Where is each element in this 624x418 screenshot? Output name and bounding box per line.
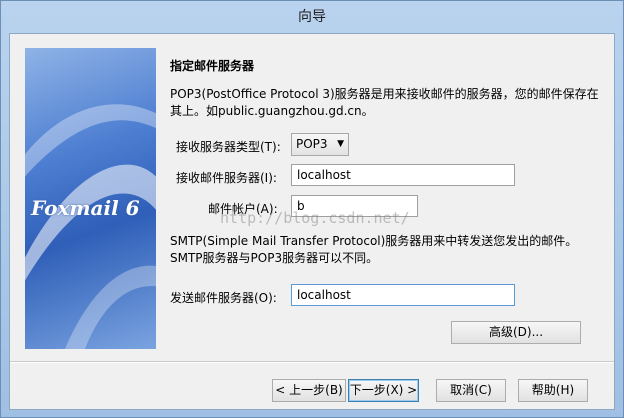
smtp-note-line2: SMTP服务器与POP3服务器可以不同。: [170, 251, 379, 265]
page-heading: 指定邮件服务器: [170, 59, 255, 73]
smtp-description: SMTP(Simple Mail Transfer Protocol)服务器用来…: [170, 233, 610, 267]
foxmail-banner: Foxmail 6: [25, 48, 156, 349]
outgoing-server-label: 发送邮件服务器(O):: [170, 291, 277, 305]
incoming-server-label: 接收邮件服务器(I):: [176, 171, 277, 185]
blog-watermark: http://blog.csdn.net/: [220, 209, 410, 227]
back-button[interactable]: < 上一步(B): [272, 379, 346, 402]
wizard-window: 向导 Foxmail 6 指定邮件服务器 POP3(PostOffice Pro…: [0, 0, 624, 418]
help-button[interactable]: 帮助(H): [518, 379, 588, 402]
smtp-note-line1: SMTP(Simple Mail Transfer Protocol)服务器用来…: [170, 234, 578, 248]
window-title: 向导: [298, 9, 326, 25]
chevron-down-icon: ▼: [337, 139, 344, 149]
pop3-description: POP3(PostOffice Protocol 3)服务器是用来接收邮件的服务…: [170, 87, 599, 118]
button-separator: [10, 361, 614, 363]
foxmail-logo-text: Foxmail 6: [31, 196, 140, 220]
next-button[interactable]: 下一步(X) >: [348, 379, 419, 402]
wizard-client-area: Foxmail 6 指定邮件服务器 POP3(PostOffice Protoc…: [9, 33, 615, 410]
incoming-server-input[interactable]: localhost: [291, 164, 515, 186]
server-type-label: 接收服务器类型(T):: [176, 140, 281, 154]
advanced-button[interactable]: 高级(D)...: [451, 321, 581, 344]
server-type-select[interactable]: POP3 ▼: [291, 133, 349, 156]
outgoing-server-input[interactable]: localhost: [291, 284, 515, 306]
server-type-value: POP3: [296, 137, 328, 151]
cancel-button[interactable]: 取消(C): [436, 379, 506, 402]
